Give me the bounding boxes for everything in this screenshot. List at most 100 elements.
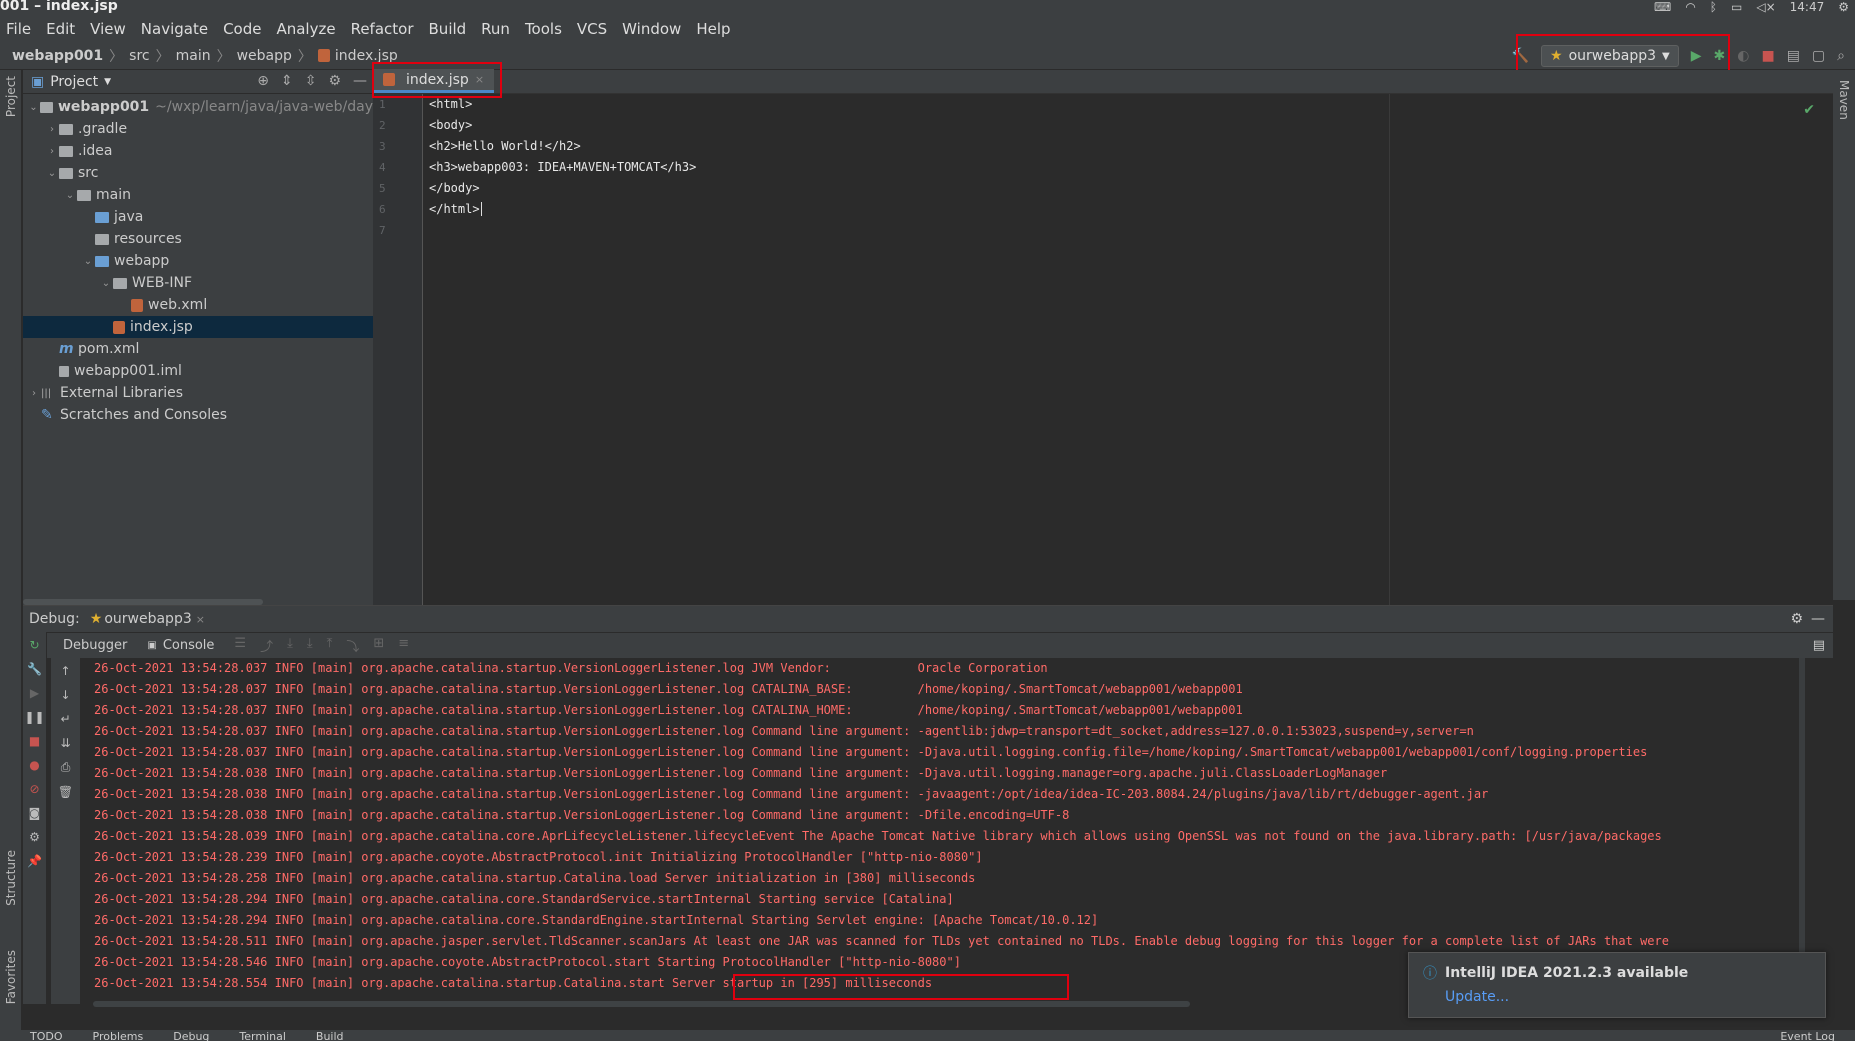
code-line[interactable]: </body> — [429, 178, 1829, 199]
bluetooth-icon[interactable]: ᛒ — [1710, 0, 1717, 14]
console-output[interactable]: 26-Oct-2021 13:54:28.037 INFO [main] org… — [83, 658, 1828, 998]
chevron-down-icon[interactable]: ⌄ — [81, 256, 95, 267]
tree-item[interactable]: web.xml — [23, 294, 373, 316]
show-execution-point-icon[interactable]: ⤴ — [260, 636, 273, 655]
step-out-icon[interactable]: ⤒ — [327, 636, 333, 655]
code-editor[interactable]: <html> <body> <h2>Hello World!</h2> <h3>web… — [429, 94, 1829, 241]
debug-session-tab[interactable]: ourwebapp3 — [104, 611, 191, 627]
collapse-all-icon[interactable]: ⇳ — [305, 73, 317, 89]
bottom-tab-build[interactable]: Build — [316, 1030, 344, 1041]
chevron-right-icon[interactable]: › — [45, 146, 59, 157]
code-line[interactable]: <body> — [429, 115, 1829, 136]
console-vertical-scrollbar[interactable] — [1799, 658, 1805, 998]
menu-tools[interactable]: Tools — [525, 20, 562, 38]
tree-item[interactable]: webapp001.iml — [23, 360, 373, 382]
chevron-right-icon[interactable]: › — [27, 388, 41, 399]
trash-icon[interactable]: 🗑 — [58, 785, 73, 799]
favorites-tool-button[interactable]: Favorites — [4, 950, 18, 1004]
menu-window[interactable]: Window — [622, 20, 681, 38]
maven-tool-button[interactable]: Maven — [1837, 80, 1851, 120]
tree-item[interactable]: ⌄ src — [23, 162, 373, 184]
update-link[interactable]: Update... — [1445, 989, 1509, 1005]
menu-build[interactable]: Build — [429, 20, 467, 38]
coverage-icon[interactable]: ◐ — [1737, 48, 1749, 64]
soft-wrap-icon[interactable]: ↵ — [60, 712, 70, 726]
breakpoints-icon[interactable]: ● — [29, 758, 39, 772]
clock[interactable]: 14:47 — [1790, 0, 1825, 14]
breadcrumb-item[interactable]: main — [176, 48, 211, 64]
tree-item[interactable]: › ||| External Libraries — [23, 382, 373, 404]
camera-icon[interactable]: ◙ — [29, 806, 41, 820]
tree-item[interactable]: ⌄ main — [23, 184, 373, 206]
gear-icon[interactable]: ⚙ — [29, 830, 40, 844]
stop-icon[interactable]: ■ — [29, 734, 40, 748]
tree-item[interactable]: ⌄ webapp — [23, 250, 373, 272]
tab-console[interactable]: ▣ Console — [147, 638, 214, 653]
print-icon[interactable]: ⎙ — [61, 760, 71, 775]
menu-help[interactable]: Help — [696, 20, 730, 38]
menu-code[interactable]: Code — [223, 20, 261, 38]
bottom-tab-terminal[interactable]: Terminal — [239, 1030, 286, 1041]
bottom-tab-debug[interactable]: Debug — [173, 1030, 209, 1041]
layout-icon[interactable]: ▢ — [1812, 48, 1825, 64]
tree-item[interactable]: ⌄ WEB-INF — [23, 272, 373, 294]
console-horizontal-scrollbar[interactable] — [93, 1001, 1190, 1007]
evaluate-icon[interactable]: ⊞ — [373, 636, 384, 655]
code-line[interactable] — [429, 220, 1829, 241]
project-panel-title[interactable]: Project — [50, 74, 98, 90]
resume-icon[interactable]: ▶ — [30, 686, 39, 700]
menu-edit[interactable]: Edit — [46, 20, 75, 38]
tab-debugger[interactable]: Debugger — [63, 638, 127, 653]
tree-item[interactable]: java — [23, 206, 373, 228]
tree-item[interactable]: m pom.xml — [23, 338, 373, 360]
menu-icon[interactable]: ☰ — [234, 636, 246, 655]
menu-analyze[interactable]: Analyze — [276, 20, 335, 38]
tree-item[interactable]: resources — [23, 228, 373, 250]
bottom-tab-problems[interactable]: Problems — [93, 1030, 144, 1041]
menu-view[interactable]: View — [90, 20, 126, 38]
pin-icon[interactable]: 📌 — [27, 854, 42, 868]
search-icon[interactable]: ⌕ — [1837, 48, 1845, 64]
chevron-down-icon[interactable]: ⌄ — [63, 190, 77, 201]
pause-icon[interactable]: ❚❚ — [24, 710, 44, 724]
wifi-icon[interactable]: ◠ — [1685, 0, 1695, 14]
menu-run[interactable]: Run — [481, 20, 510, 38]
mute-breakpoints-icon[interactable]: ⊘ — [29, 782, 39, 796]
tree-item[interactable]: index.jsp — [23, 316, 373, 338]
close-icon[interactable]: × — [196, 613, 205, 626]
hide-icon[interactable]: — — [353, 73, 367, 89]
hide-icon[interactable]: — — [1811, 611, 1825, 627]
bottom-tab-event-log[interactable]: Event Log — [1780, 1030, 1835, 1041]
settings-icon[interactable]: ⚙ — [1838, 0, 1849, 14]
down-icon[interactable]: ↓ — [60, 688, 70, 702]
tree-item[interactable]: › .gradle — [23, 118, 373, 140]
step-over-icon[interactable]: ⤓ — [287, 636, 293, 655]
stop-icon[interactable]: ■ — [1761, 48, 1774, 64]
tree-item[interactable]: ⌄ webapp001 ~/wxp/learn/java/java-web/day — [23, 96, 373, 118]
code-line[interactable]: </html>​ — [429, 199, 1829, 220]
chevron-right-icon[interactable]: › — [45, 124, 59, 135]
up-icon[interactable]: ↑ — [60, 664, 70, 678]
code-line[interactable]: <h2>Hello World!</h2> — [429, 136, 1829, 157]
menu-navigate[interactable]: Navigate — [141, 20, 208, 38]
breadcrumb-item[interactable]: webapp — [237, 48, 292, 64]
gear-icon[interactable]: ⚙ — [1790, 611, 1803, 627]
project-structure-icon[interactable]: ▤ — [1787, 48, 1800, 64]
keyboard-icon[interactable]: ⌨ — [1654, 0, 1671, 14]
layout-icon[interactable]: ▤ — [1813, 638, 1825, 653]
breadcrumb-item[interactable]: webapp001 — [12, 48, 103, 64]
run-to-cursor-icon[interactable]: ⤵ — [346, 636, 359, 655]
chevron-down-icon[interactable]: ⌄ — [99, 278, 113, 289]
step-into-icon[interactable]: ⤓ — [307, 636, 313, 655]
volume-icon[interactable]: ◁× — [1756, 0, 1775, 14]
scroll-to-end-icon[interactable]: ⇊ — [60, 736, 70, 750]
trace-icon[interactable]: ≡ — [398, 636, 409, 655]
code-line[interactable]: <html> — [429, 94, 1829, 115]
breadcrumb-item[interactable]: src — [129, 48, 149, 64]
expand-all-icon[interactable]: ⇕ — [281, 73, 293, 89]
locate-icon[interactable]: ⊕ — [257, 73, 269, 89]
rerun-icon[interactable]: ↻ — [29, 638, 39, 652]
menu-vcs[interactable]: VCS — [577, 20, 607, 38]
menu-refactor[interactable]: Refactor — [351, 20, 414, 38]
tree-item[interactable]: ✎ Scratches and Consoles — [23, 404, 373, 426]
